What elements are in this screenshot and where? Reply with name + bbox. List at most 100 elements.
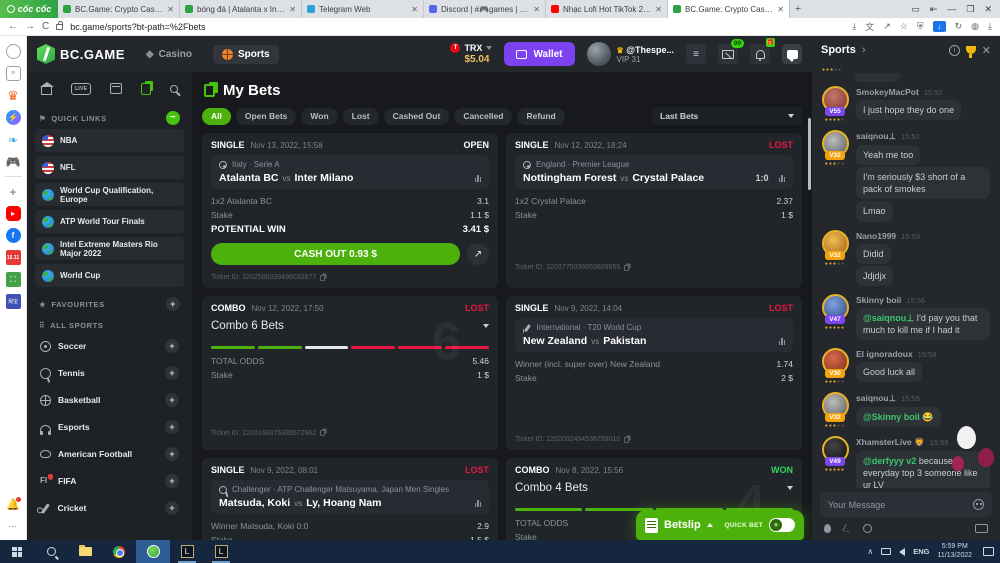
coin-icon[interactable] [863,524,872,533]
betslip-bar[interactable]: Betslip QUICK BET [636,510,804,540]
expand-icon[interactable]: + [165,420,179,434]
stats-icon[interactable] [475,175,482,182]
tab-overview-icon[interactable]: ⇤ [930,4,938,15]
quick-link-nfl[interactable]: NFL [35,156,184,179]
maximize-button[interactable]: ❐ [966,4,974,15]
stats-icon[interactable] [779,338,786,345]
back-icon[interactable]: ← [8,21,18,32]
copy-icon[interactable] [320,430,325,436]
sport-esports[interactable]: Esports+ [35,415,184,439]
tab-bcgame-1[interactable]: BC.Game: Crypto Casino Ga✕ [58,0,180,18]
filter-cancelled[interactable]: Cancelled [454,108,512,125]
calendar-icon[interactable] [110,83,122,94]
expand-icon[interactable]: + [165,501,179,515]
add-app-icon[interactable]: + [6,184,21,199]
chat-messages[interactable]: ●●●●● V55●●●●● SmokeyMacPot15:52 I just … [812,64,1000,488]
speaker-icon[interactable] [899,548,905,556]
quick-bet-toggle[interactable] [769,518,795,532]
chat-close-icon[interactable]: ✕ [982,44,991,57]
crown-shop-icon[interactable]: ♛ [6,88,21,103]
network-icon[interactable] [881,548,891,555]
tab-close-icon[interactable]: ✕ [533,5,540,14]
stats-icon[interactable] [475,500,482,507]
notifications-button[interactable]: 🎁 [750,44,770,64]
newsfeed-icon[interactable]: ≡ [6,66,21,81]
sport-fifa[interactable]: FIFIFA+ [35,469,184,493]
match-block[interactable]: England · Premier League Nottingham Fore… [515,155,793,189]
slash-command-icon[interactable]: /_ [843,523,851,533]
share-bet-button[interactable]: ↗ [467,243,489,265]
taobao-icon[interactable]: 淘宝 [6,294,21,309]
url-text[interactable]: bc.game/sports?bt-path=%2Fbets [70,22,845,32]
match-block[interactable]: International · T20 World Cup New Zealan… [515,318,793,352]
tab-search-icon[interactable]: ▭ [911,4,920,15]
chat-username[interactable]: El ignoradoux [856,349,913,359]
filter-cashed-out[interactable]: Cashed Out [384,108,450,125]
quick-link-atp-finals[interactable]: ATP World Tour Finals [35,210,184,233]
bcgame-logo[interactable]: BC.GAME [37,44,125,64]
sort-dropdown[interactable]: Last Bets [652,107,802,125]
close-button[interactable]: ✕ [984,4,992,15]
add-favourite-button[interactable]: + [166,297,180,311]
live-icon[interactable]: LIVE [71,83,91,95]
youtube-icon[interactable]: ▸ [6,206,21,221]
reload-icon[interactable]: C [42,21,49,32]
filter-refund[interactable]: Refund [517,108,564,125]
filter-open-bets[interactable]: Open Bets [236,108,297,125]
combo-header[interactable]: Combo 6 Bets6 [211,318,489,346]
file-explorer-button[interactable] [68,540,102,563]
tab-close-icon[interactable]: ✕ [167,5,174,14]
history-icon[interactable] [6,44,21,59]
coccoc-logo[interactable]: cốc cốc [0,0,58,18]
nav-sports[interactable]: Sports [213,45,279,64]
gif-keyboard-icon[interactable] [975,524,988,533]
tab-telegram[interactable]: Telegram Web✕ [302,0,424,18]
sport-american-football[interactable]: American Football+ [35,442,184,466]
downloads-icon[interactable]: ⤓ [988,21,992,32]
more-icon[interactable]: ⋯ [6,519,21,534]
combo-header[interactable]: Combo 4 Bets4 [515,480,793,508]
tab-close-icon[interactable]: ✕ [655,5,662,14]
language-indicator[interactable]: ENG [913,547,929,556]
expand-icon[interactable]: + [165,474,179,488]
expand-icon[interactable]: + [165,447,179,461]
translate-icon[interactable]: 文 [865,20,874,33]
rain-tip-icon[interactable] [824,524,831,533]
chat-username[interactable]: Skinny boii [856,295,901,305]
profile-icon[interactable]: ◍ [971,21,979,32]
forward-icon[interactable]: → [25,21,35,32]
chat-username[interactable]: Nano1999 [856,231,896,241]
lol-client-button[interactable]: L [170,540,204,563]
chat-username[interactable]: SmokeyMacPot [856,87,919,97]
cash-out-button[interactable]: CASH OUT 0.93 $ [211,243,460,265]
filter-won[interactable]: Won [301,108,337,125]
minimize-button[interactable]: — [947,4,956,14]
expand-icon[interactable]: + [165,366,179,380]
home-icon[interactable] [41,87,52,95]
new-tab-button[interactable]: + [790,0,806,18]
info-icon[interactable]: i [949,45,960,56]
quick-link-world-cup[interactable]: World Cup [35,264,184,287]
wallet-button[interactable]: Wallet [504,42,574,66]
balance-selector[interactable]: TTRX $5.04 [450,43,492,65]
games-icon[interactable]: 🎮 [6,154,21,169]
tab-bongda[interactable]: bóng đá | Atalanta x Interna✕ [180,0,302,18]
start-button[interactable] [0,540,34,563]
my-bets-icon[interactable] [141,83,151,95]
inbox-button[interactable]: 99 [718,44,738,64]
copy-icon[interactable] [624,437,629,443]
coccoc-button[interactable] [136,540,170,563]
quick-link-wcq-europe[interactable]: World Cup Qualification, Europe [35,183,184,206]
filter-all[interactable]: All [202,108,231,125]
download-active-icon[interactable]: ↓ [933,21,946,32]
notifications-bell-icon[interactable]: 🔔 [6,497,21,512]
chat-toggle-button[interactable] [782,44,802,64]
sport-basketball[interactable]: Basketball+ [35,388,184,412]
save-icon[interactable]: ⤓ [852,21,856,32]
lol-game-button[interactable]: L [204,540,238,563]
scrollbar-thumb[interactable] [808,118,811,190]
quick-link-nba[interactable]: NBA [35,129,184,152]
chat-username[interactable]: saiqnou⊥ [856,393,896,404]
tab-discord[interactable]: Discord | #🎮games | BC G✕ [424,0,546,18]
match-block[interactable]: Italy · Serie A Atalanta BCvsInter Milan… [211,155,489,189]
